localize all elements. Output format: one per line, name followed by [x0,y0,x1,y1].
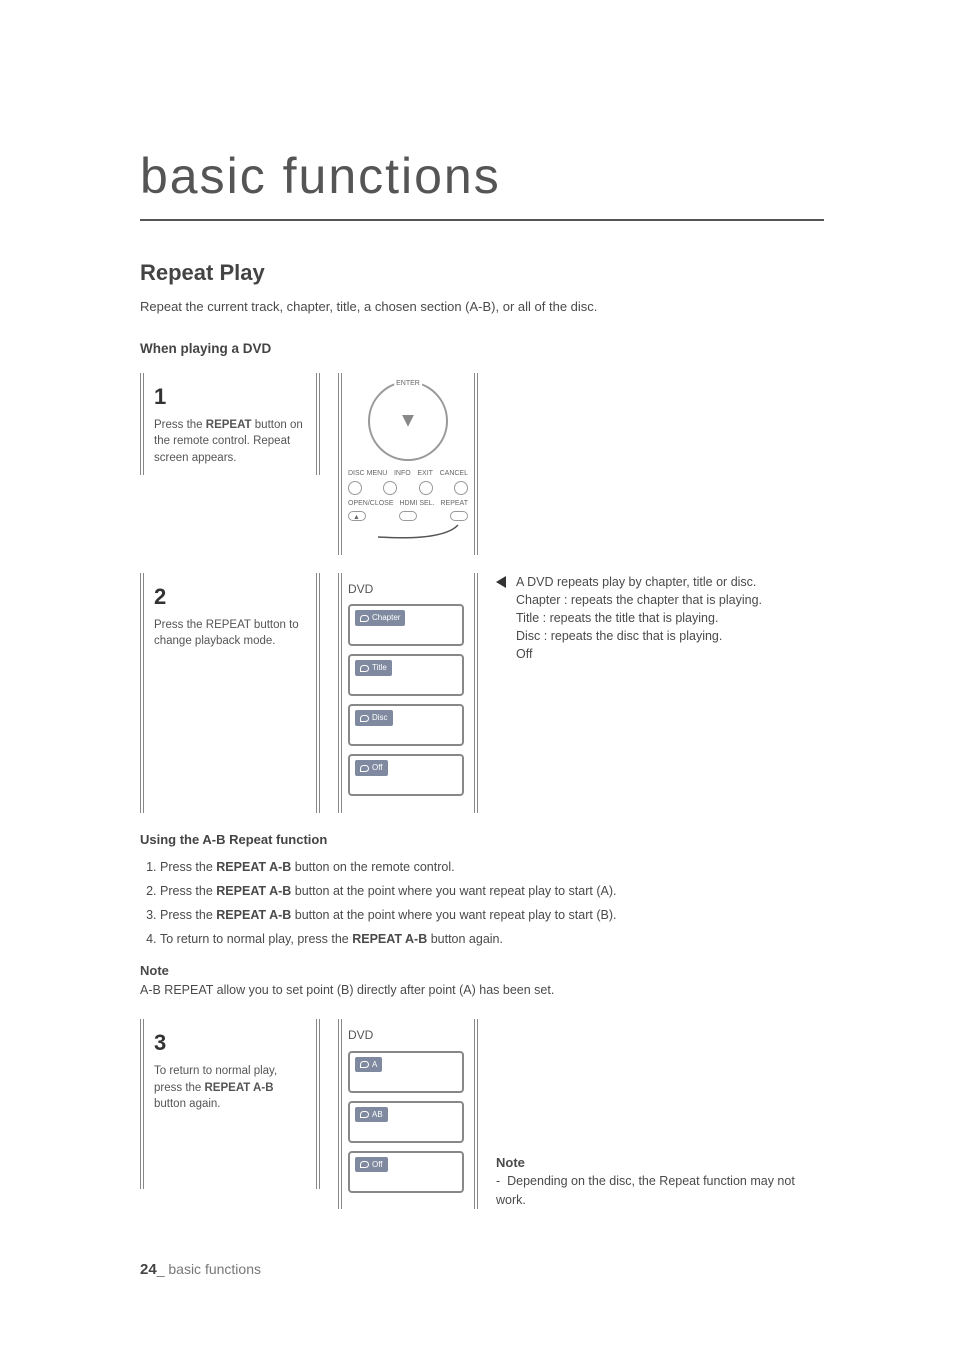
step-3-illustration: DVD A AB Off [338,1019,478,1208]
sub-heading-dvd: When playing a DVD [140,339,824,359]
footer-sep: _ [157,1261,169,1277]
footer-text: basic functions [168,1261,261,1277]
remote-label-discmenu: DISC MENU [348,469,387,479]
osd-option-ab: AB [348,1101,464,1143]
remote-label-info: INFO [394,469,411,479]
step-2-box: 2 Press the REPEAT button to change play… [140,573,320,813]
ab-step-3: Press the REPEAT A-B button at the point… [160,906,824,924]
desc-lead: A DVD repeats play by chapter, title or … [516,573,762,591]
step-1-illustration: ENTER DISC MENU INFO EXIT CANCEL OPEN/CL… [338,373,478,555]
step-3-text-post: button again. [154,1098,221,1110]
osd-text: Off [372,762,383,774]
page-number: 24 [140,1261,157,1278]
remote-btn-icon [399,511,417,521]
left-triangle-icon [496,576,506,588]
step-2-illustration: DVD Chapter Title Disc Off [338,573,478,813]
step-1-text-bold: REPEAT [206,419,252,431]
remote-btn-icon [450,511,468,521]
note-2-body: Depending on the disc, the Repeat functi… [496,1174,795,1206]
ab-step-4: To return to normal play, press the REPE… [160,930,824,948]
osd-option-a: A [348,1051,464,1093]
osd-option-disc: Disc [348,704,464,746]
note-1-heading: Note [140,962,824,981]
step-1-text-pre: Press the [154,419,206,431]
osd-text: Chapter [372,612,400,624]
remote-btn-icon: ▲ [348,511,366,521]
loop-icon [360,1061,369,1068]
loop-icon [360,1161,369,1168]
section-intro: Repeat the current track, chapter, title… [140,298,824,317]
page-title: basic functions [140,140,824,221]
remote-label-cancel: CANCEL [440,469,468,479]
osd-text: AB [372,1109,383,1121]
remote-row-2: OPEN/CLOSE HDMI SEL. REPEAT [348,499,468,509]
remote-btn-icon [348,481,362,495]
step-2-number: 2 [154,581,306,613]
remote-btn-icon [419,481,433,495]
step-3-number: 3 [154,1027,306,1059]
desc-title: Title : repeats the title that is playin… [516,609,762,627]
step-2-row: 2 Press the REPEAT button to change play… [140,573,824,813]
ab-repeat-steps: Press the REPEAT A-B button on the remot… [140,858,824,949]
loop-icon [360,715,369,722]
osd-option-off: Off [348,754,464,796]
osd-text: Disc [372,712,388,724]
remote-enter-label: ENTER [394,379,422,389]
desc-chapter-text: repeats the chapter that is playing. [571,593,762,607]
step-2-text: Press the REPEAT button to change playba… [154,617,306,650]
remote-label-exit: EXIT [417,469,433,479]
ab-step-1: Press the REPEAT A-B button on the remot… [160,858,824,876]
desc-chapter-label: Chapter : [516,593,567,607]
remote-btn-icon [383,481,397,495]
step-3-text: To return to normal play, press the REPE… [154,1063,306,1113]
step-1-text: Press the REPEAT button on the remote co… [154,417,306,467]
osd-option-off: Off [348,1151,464,1193]
remote-label-repeat: REPEAT [441,499,469,509]
note-1-body: A-B REPEAT allow you to set point (B) di… [140,981,824,999]
loop-icon [360,765,369,772]
step-3-text-bold: REPEAT A-B [205,1082,274,1094]
remote-label-openclose: OPEN/CLOSE [348,499,394,509]
osd-text: Title [372,662,387,674]
remote-row-1: DISC MENU INFO EXIT CANCEL [348,469,468,479]
step-3-box: 3 To return to normal play, press the RE… [140,1019,320,1189]
remote-label-hdmisel: HDMI SEL. [400,499,435,509]
dvd-label: DVD [348,1027,468,1044]
step-1-number: 1 [154,381,306,413]
step-1-row: 1 Press the REPEAT button on the remote … [140,373,824,555]
dvd-label: DVD [348,581,468,598]
step-3-note: Note - Depending on the disc, the Repeat… [496,1154,824,1209]
step-3-row: 3 To return to normal play, press the RE… [140,1019,824,1208]
ab-repeat-heading: Using the A-B Repeat function [140,831,824,850]
ab-step-2: Press the REPEAT A-B button at the point… [160,882,824,900]
osd-option-chapter: Chapter [348,604,464,646]
remote-control-shape: ENTER DISC MENU INFO EXIT CANCEL OPEN/CL… [348,381,468,547]
loop-icon [360,615,369,622]
section-heading: Repeat Play [140,257,824,289]
note-2-heading: Note [496,1154,824,1173]
loop-icon [360,665,369,672]
remote-btn-icon [454,481,468,495]
osd-text: A [372,1059,377,1071]
osd-text: Off [372,1159,383,1171]
osd-option-title: Title [348,654,464,696]
page-footer: 24_ basic functions [140,1259,824,1281]
callout-line-icon [348,523,468,541]
desc-off: Off [516,645,762,663]
loop-icon [360,1111,369,1118]
step-2-description: A DVD repeats play by chapter, title or … [496,573,824,664]
desc-disc: Disc : repeats the disc that is playing. [516,627,762,645]
step-1-box: 1 Press the REPEAT button on the remote … [140,373,320,475]
